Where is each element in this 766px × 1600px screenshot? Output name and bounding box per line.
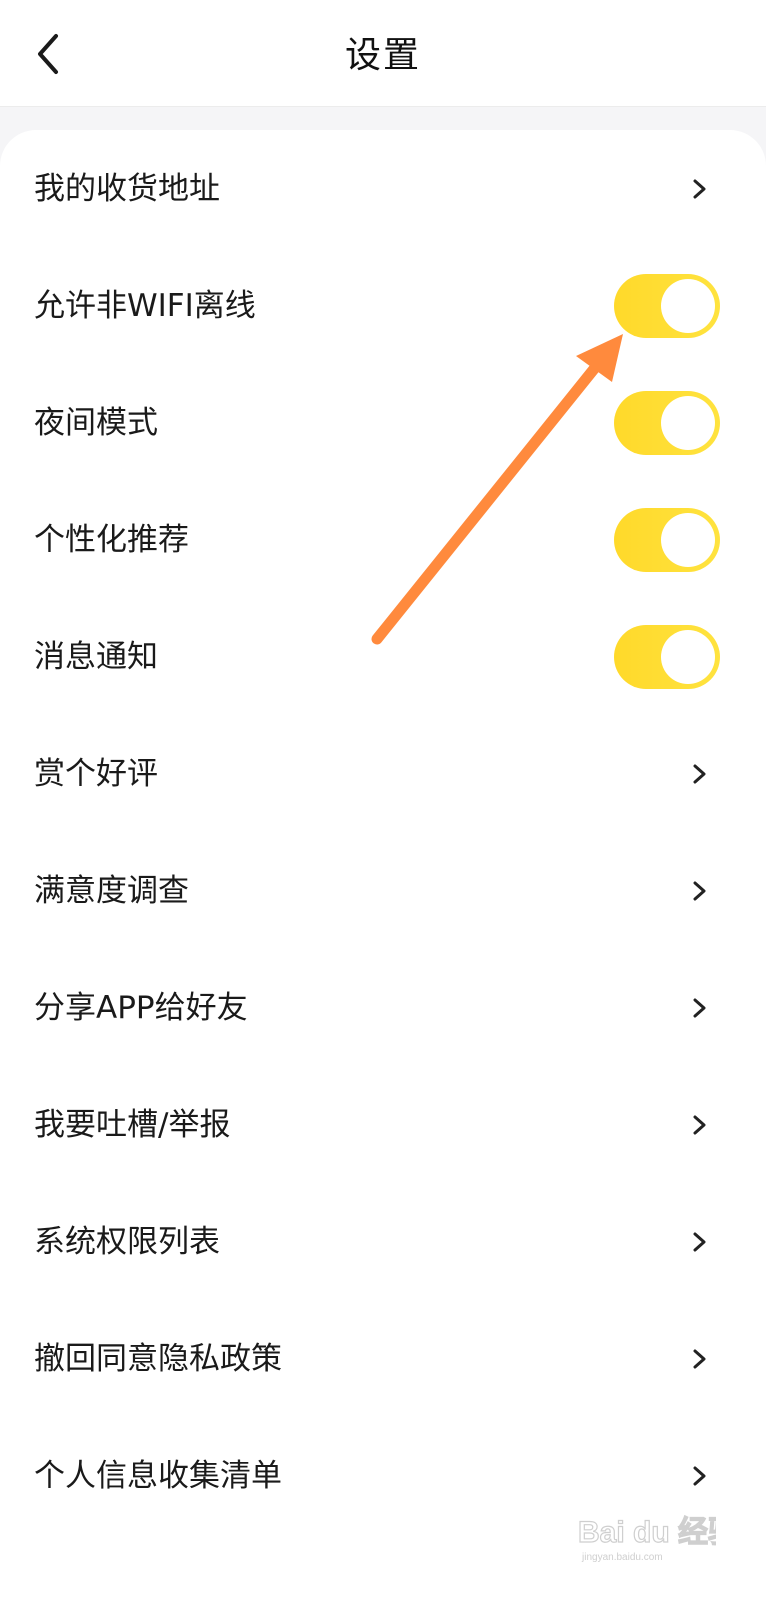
settings-row-11[interactable]: 撤回同意隐私政策 xyxy=(0,1300,766,1417)
chevron-right-icon xyxy=(688,1465,710,1487)
settings-row-10[interactable]: 系统权限列表 xyxy=(0,1183,766,1300)
settings-row-label: 个性化推荐 xyxy=(34,521,189,558)
settings-row-6[interactable]: 赏个好评 xyxy=(0,715,766,832)
header-bar: 设置 xyxy=(0,0,766,107)
toggle-switch[interactable] xyxy=(614,273,720,338)
page-title: 设置 xyxy=(344,35,421,76)
chevron-right-icon xyxy=(688,178,710,200)
settings-row-5[interactable]: 消息通知 xyxy=(0,598,766,715)
settings-row-9[interactable]: 我要吐槽/举报 xyxy=(0,1066,766,1183)
settings-row-label: 夜间模式 xyxy=(34,404,158,441)
watermark-sub: jingyan.baidu.com xyxy=(581,1552,663,1563)
settings-row-7[interactable]: 满意度调查 xyxy=(0,832,766,949)
toggle-knob xyxy=(661,629,715,684)
settings-row-label: 消息通知 xyxy=(34,638,158,675)
settings-screen: 设置 我的收货地址 允许非WIFI离线 夜间模式个性化推荐消息通知赏个好评满意度调查… xyxy=(0,0,766,1600)
settings-row-label: 系统权限列表 xyxy=(34,1223,220,1260)
settings-row-4[interactable]: 个性化推荐 xyxy=(0,481,766,598)
settings-row-label: 我要吐槽/举报 xyxy=(34,1106,231,1143)
toggle-switch[interactable] xyxy=(614,507,720,572)
settings-row-8[interactable]: 分享APP给好友 xyxy=(0,949,766,1066)
chevron-right-icon xyxy=(688,1231,710,1253)
settings-row-label: 个人信息收集清单 xyxy=(34,1457,282,1494)
chevron-right-icon xyxy=(688,997,710,1019)
toggle-switch[interactable] xyxy=(614,624,720,689)
toggle-knob xyxy=(661,278,715,333)
toggle-switch[interactable] xyxy=(614,390,720,455)
toggle-knob xyxy=(661,395,715,450)
chevron-right-icon xyxy=(688,880,710,902)
chevron-right-icon xyxy=(688,1114,710,1136)
settings-row-3[interactable]: 夜间模式 xyxy=(0,364,766,481)
settings-row-label: 赏个好评 xyxy=(34,755,158,792)
chevron-right-icon xyxy=(688,1348,710,1370)
watermark-brand: Bai du 经验 xyxy=(578,1515,716,1549)
settings-row-2[interactable]: 允许非WIFI离线 xyxy=(0,247,766,364)
toggle-knob xyxy=(661,512,715,567)
settings-row-label: 我的收货地址 xyxy=(34,170,220,207)
baidu-jingyan-watermark: Bai du 经验 jingyan.baidu.com xyxy=(576,1512,738,1566)
settings-row-label: 分享APP给好友 xyxy=(34,989,248,1026)
settings-row-1[interactable]: 我的收货地址 xyxy=(0,130,766,247)
settings-row-label: 满意度调查 xyxy=(34,872,189,909)
baidu-logo-watermark: Bai du 经验 jingyan.baidu.com xyxy=(577,1514,738,1563)
settings-row-label: 撤回同意隐私政策 xyxy=(34,1340,282,1377)
settings-list: 我的收货地址 允许非WIFI离线 夜间模式个性化推荐消息通知赏个好评满意度调查分享A… xyxy=(0,130,766,1600)
settings-row-label: 允许非WIFI离线 xyxy=(34,287,256,324)
chevron-right-icon xyxy=(688,763,710,785)
